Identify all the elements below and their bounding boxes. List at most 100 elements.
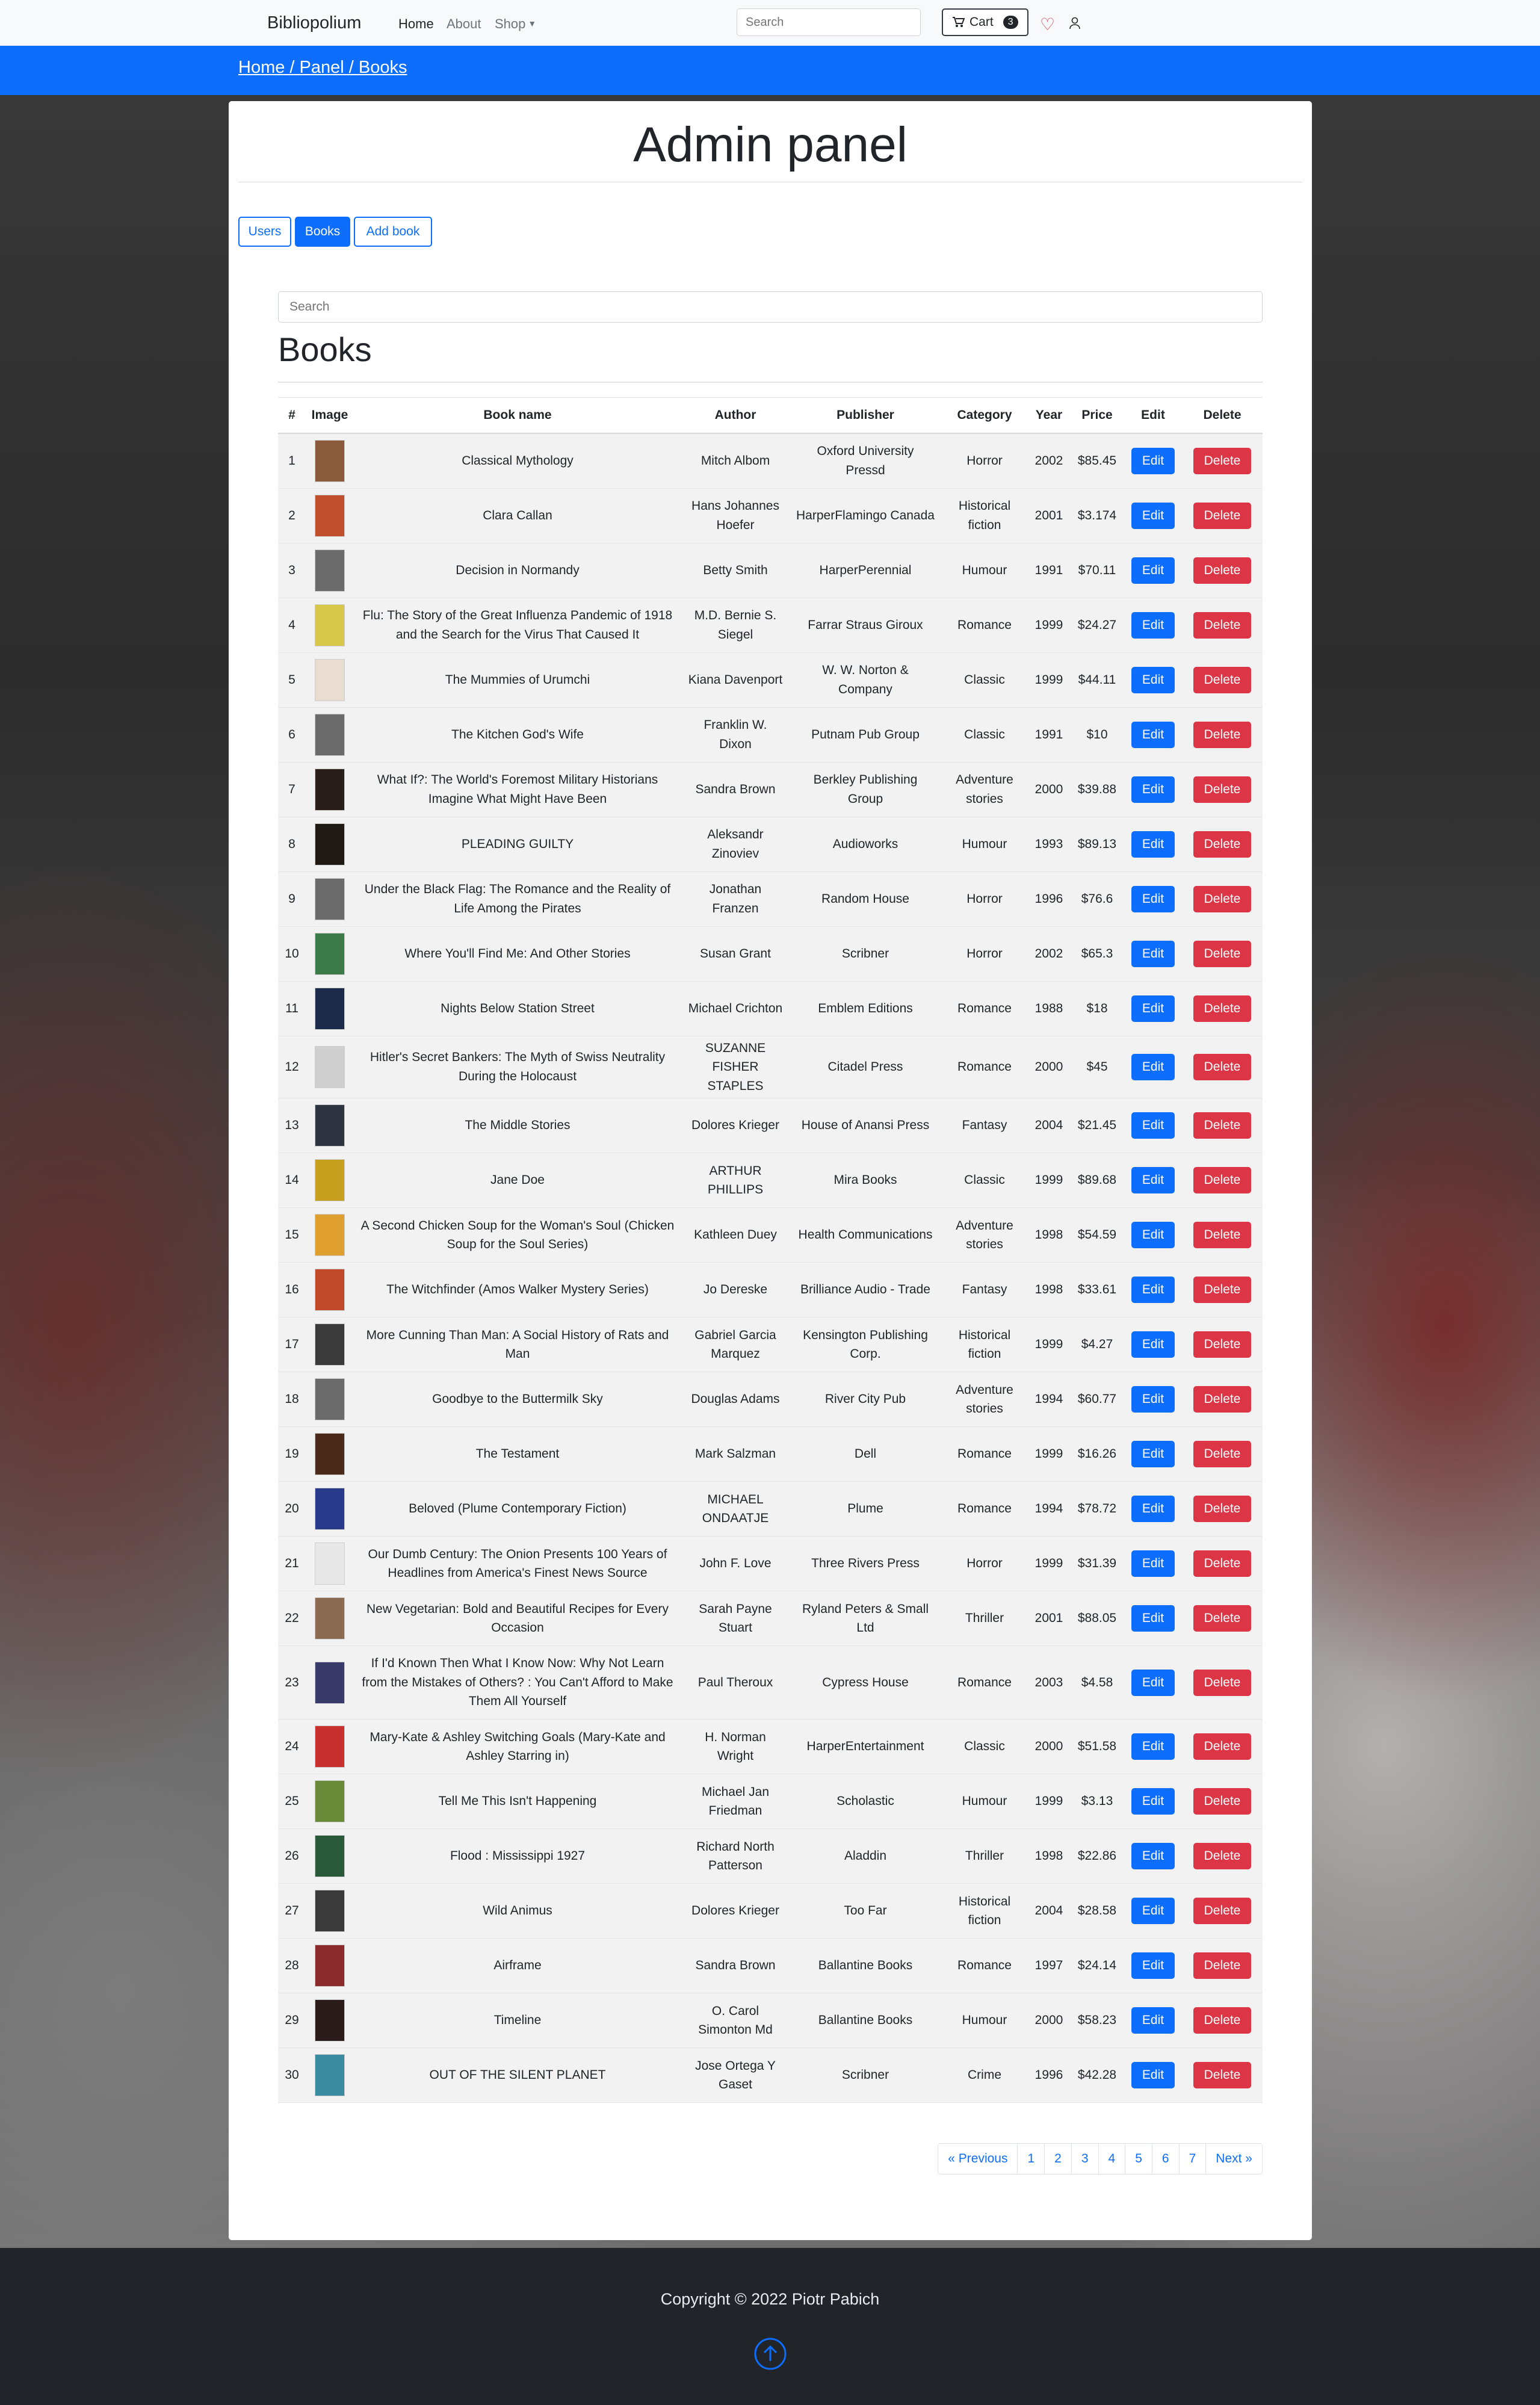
delete-button[interactable]: Delete xyxy=(1193,1952,1252,1979)
pagination-page[interactable]: 1 xyxy=(1017,2144,1045,2174)
edit-cell: Edit xyxy=(1124,1719,1182,1774)
delete-button[interactable]: Delete xyxy=(1193,1605,1252,1632)
delete-button[interactable]: Delete xyxy=(1193,831,1252,858)
nav-dropdown-shop[interactable]: Shop ▼ xyxy=(495,16,536,32)
book-category: Classic xyxy=(941,652,1028,708)
row-number: 17 xyxy=(278,1317,306,1372)
edit-button[interactable]: Edit xyxy=(1131,2062,1175,2088)
delete-cell: Delete xyxy=(1182,1719,1263,1774)
pagination-page[interactable]: 2 xyxy=(1044,2144,1071,2174)
book-cover-image xyxy=(315,878,345,920)
delete-button[interactable]: Delete xyxy=(1193,2062,1252,2088)
edit-button[interactable]: Edit xyxy=(1131,1733,1175,1760)
edit-button[interactable]: Edit xyxy=(1131,1167,1175,1193)
delete-cell: Delete xyxy=(1182,598,1263,653)
book-year: 2000 xyxy=(1028,1993,1070,2048)
delete-button[interactable]: Delete xyxy=(1193,995,1252,1022)
edit-button[interactable]: Edit xyxy=(1131,447,1175,474)
nav-link-about[interactable]: About xyxy=(447,16,481,32)
delete-button[interactable]: Delete xyxy=(1193,1441,1252,1467)
delete-button[interactable]: Delete xyxy=(1193,1167,1252,1193)
delete-button[interactable]: Delete xyxy=(1193,1112,1252,1139)
scroll-to-top-icon[interactable] xyxy=(753,2337,787,2371)
brand-logo[interactable]: Bibliopolium xyxy=(267,13,361,33)
book-year: 2004 xyxy=(1028,1883,1070,1939)
delete-button[interactable]: Delete xyxy=(1193,721,1252,748)
delete-cell: Delete xyxy=(1182,1828,1263,1884)
delete-button[interactable]: Delete xyxy=(1193,940,1252,967)
delete-button[interactable]: Delete xyxy=(1193,1669,1252,1696)
delete-button[interactable]: Delete xyxy=(1193,1843,1252,1869)
delete-button[interactable]: Delete xyxy=(1193,1496,1252,1522)
edit-button[interactable]: Edit xyxy=(1131,1669,1175,1696)
edit-button[interactable]: Edit xyxy=(1131,940,1175,967)
user-icon[interactable] xyxy=(1069,17,1081,30)
delete-button[interactable]: Delete xyxy=(1193,1386,1252,1413)
delete-button[interactable]: Delete xyxy=(1193,1053,1252,1080)
table-row: 18 Goodbye to the Buttermilk Sky Douglas A… xyxy=(278,1372,1263,1427)
delete-button[interactable]: Delete xyxy=(1193,447,1252,474)
breadcrumb[interactable]: Home / Panel / Books xyxy=(238,58,407,78)
row-number: 5 xyxy=(278,652,306,708)
pagination-page[interactable]: 5 xyxy=(1125,2144,1152,2174)
edit-button[interactable]: Edit xyxy=(1131,1843,1175,1869)
edit-button[interactable]: Edit xyxy=(1131,557,1175,584)
edit-button[interactable]: Edit xyxy=(1131,1952,1175,1979)
edit-button[interactable]: Edit xyxy=(1131,2007,1175,2034)
delete-button[interactable]: Delete xyxy=(1193,666,1252,693)
edit-button[interactable]: Edit xyxy=(1131,1898,1175,1924)
book-year: 1994 xyxy=(1028,1481,1070,1537)
edit-button[interactable]: Edit xyxy=(1131,1386,1175,1413)
edit-button[interactable]: Edit xyxy=(1131,721,1175,748)
edit-button[interactable]: Edit xyxy=(1131,1277,1175,1303)
edit-button[interactable]: Edit xyxy=(1131,1550,1175,1577)
delete-button[interactable]: Delete xyxy=(1193,502,1252,529)
edit-button[interactable]: Edit xyxy=(1131,885,1175,912)
edit-button[interactable]: Edit xyxy=(1131,995,1175,1022)
cart-button[interactable]: Cart 3 xyxy=(942,8,1028,36)
pagination-page[interactable]: 3 xyxy=(1071,2144,1098,2174)
tab-add-book[interactable]: Add book xyxy=(354,217,432,247)
edit-button[interactable]: Edit xyxy=(1131,1053,1175,1080)
book-publisher: HarperFlamingo Canada xyxy=(790,488,941,543)
pagination-page[interactable]: 7 xyxy=(1178,2144,1206,2174)
tab-users[interactable]: Users xyxy=(238,217,291,247)
heart-icon[interactable]: ♡ xyxy=(1040,14,1055,34)
delete-button[interactable]: Delete xyxy=(1193,1788,1252,1815)
book-search-input[interactable] xyxy=(278,291,1263,323)
delete-button[interactable]: Delete xyxy=(1193,1222,1252,1248)
book-price: $4.58 xyxy=(1070,1645,1124,1719)
row-number: 1 xyxy=(278,433,306,489)
delete-button[interactable]: Delete xyxy=(1193,557,1252,584)
edit-button[interactable]: Edit xyxy=(1131,611,1175,639)
pagination-page[interactable]: 6 xyxy=(1151,2144,1179,2174)
edit-button[interactable]: Edit xyxy=(1131,666,1175,693)
delete-button[interactable]: Delete xyxy=(1193,776,1252,803)
tab-books[interactable]: Books xyxy=(295,217,350,247)
delete-button[interactable]: Delete xyxy=(1193,1277,1252,1303)
delete-button[interactable]: Delete xyxy=(1193,1331,1252,1358)
edit-button[interactable]: Edit xyxy=(1131,1441,1175,1467)
edit-button[interactable]: Edit xyxy=(1131,1605,1175,1632)
edit-button[interactable]: Edit xyxy=(1131,776,1175,803)
delete-button[interactable]: Delete xyxy=(1193,1733,1252,1760)
delete-button[interactable]: Delete xyxy=(1193,2007,1252,2034)
edit-button[interactable]: Edit xyxy=(1131,1331,1175,1358)
nav-link-home[interactable]: Home xyxy=(398,16,434,32)
delete-button[interactable]: Delete xyxy=(1193,1898,1252,1924)
delete-button[interactable]: Delete xyxy=(1193,611,1252,639)
edit-button[interactable]: Edit xyxy=(1131,1496,1175,1522)
edit-button[interactable]: Edit xyxy=(1131,1222,1175,1248)
delete-button[interactable]: Delete xyxy=(1193,885,1252,912)
book-name: Wild Animus xyxy=(354,1883,681,1939)
edit-button[interactable]: Edit xyxy=(1131,1788,1175,1815)
delete-button[interactable]: Delete xyxy=(1193,1550,1252,1577)
edit-button[interactable]: Edit xyxy=(1131,831,1175,858)
pagination-previous[interactable]: « Previous xyxy=(938,2144,1018,2174)
pagination-page[interactable]: 4 xyxy=(1098,2144,1125,2174)
pagination-next[interactable]: Next » xyxy=(1205,2144,1262,2174)
edit-button[interactable]: Edit xyxy=(1131,1112,1175,1139)
row-number: 27 xyxy=(278,1883,306,1939)
edit-button[interactable]: Edit xyxy=(1131,502,1175,529)
navbar-search-input[interactable] xyxy=(737,8,921,36)
